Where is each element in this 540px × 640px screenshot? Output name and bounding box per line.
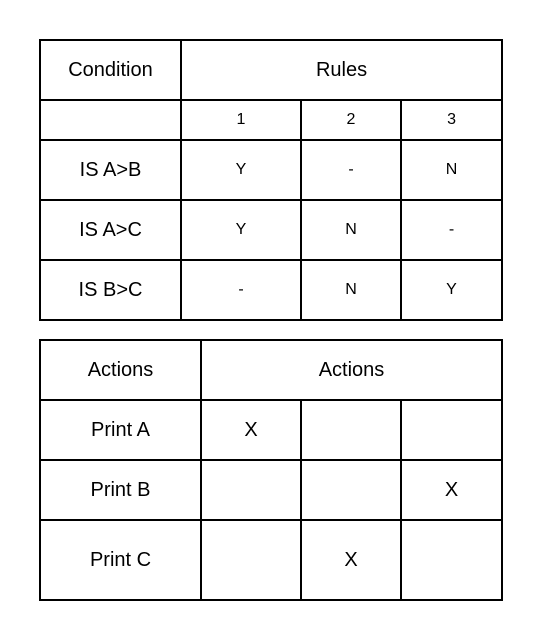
condition-value: N [300,259,402,321]
actions-header: Actions [39,339,202,401]
condition-label: IS B>C [39,259,182,321]
blank-cell [39,99,182,141]
action-mark: X [300,519,402,601]
condition-value: - [180,259,302,321]
action-mark [400,399,503,461]
condition-value: Y [180,199,302,261]
rule-number: 2 [300,99,402,141]
condition-value: Y [399,259,504,321]
condition-value: Y [180,139,302,201]
action-mark: X [400,459,503,521]
condition-table: Condition Rules 1 2 3 IS A>B Y - N IS A>… [39,39,504,321]
action-mark [400,519,503,601]
condition-row: IS B>C - N Y [39,259,504,321]
action-row: Print B X [39,459,503,521]
rule-number-row: 1 2 3 [39,99,504,141]
condition-value: N [399,139,504,201]
action-mark [300,399,402,461]
condition-label: IS A>B [39,139,182,201]
condition-value: - [300,139,402,201]
action-mark [200,519,302,601]
action-label: Print A [39,399,202,461]
rule-number: 1 [180,99,302,141]
action-row: Print C X [39,519,503,601]
actions-span-header: Actions [200,339,503,401]
condition-header-row: Condition Rules [39,39,504,101]
condition-value: N [300,199,402,261]
action-mark [200,459,302,521]
condition-row: IS A>C Y N - [39,199,504,261]
action-mark: X [200,399,302,461]
action-mark [300,459,402,521]
action-table: Actions Actions Print A X Print B X Prin… [39,339,503,601]
condition-header: Condition [39,39,182,101]
condition-value: - [399,199,504,261]
action-label: Print C [39,519,202,601]
rule-number: 3 [399,99,504,141]
rules-header: Rules [179,39,504,101]
action-header-row: Actions Actions [39,339,503,401]
action-label: Print B [39,459,202,521]
action-row: Print A X [39,399,503,461]
condition-label: IS A>C [39,199,182,261]
condition-row: IS A>B Y - N [39,139,504,201]
